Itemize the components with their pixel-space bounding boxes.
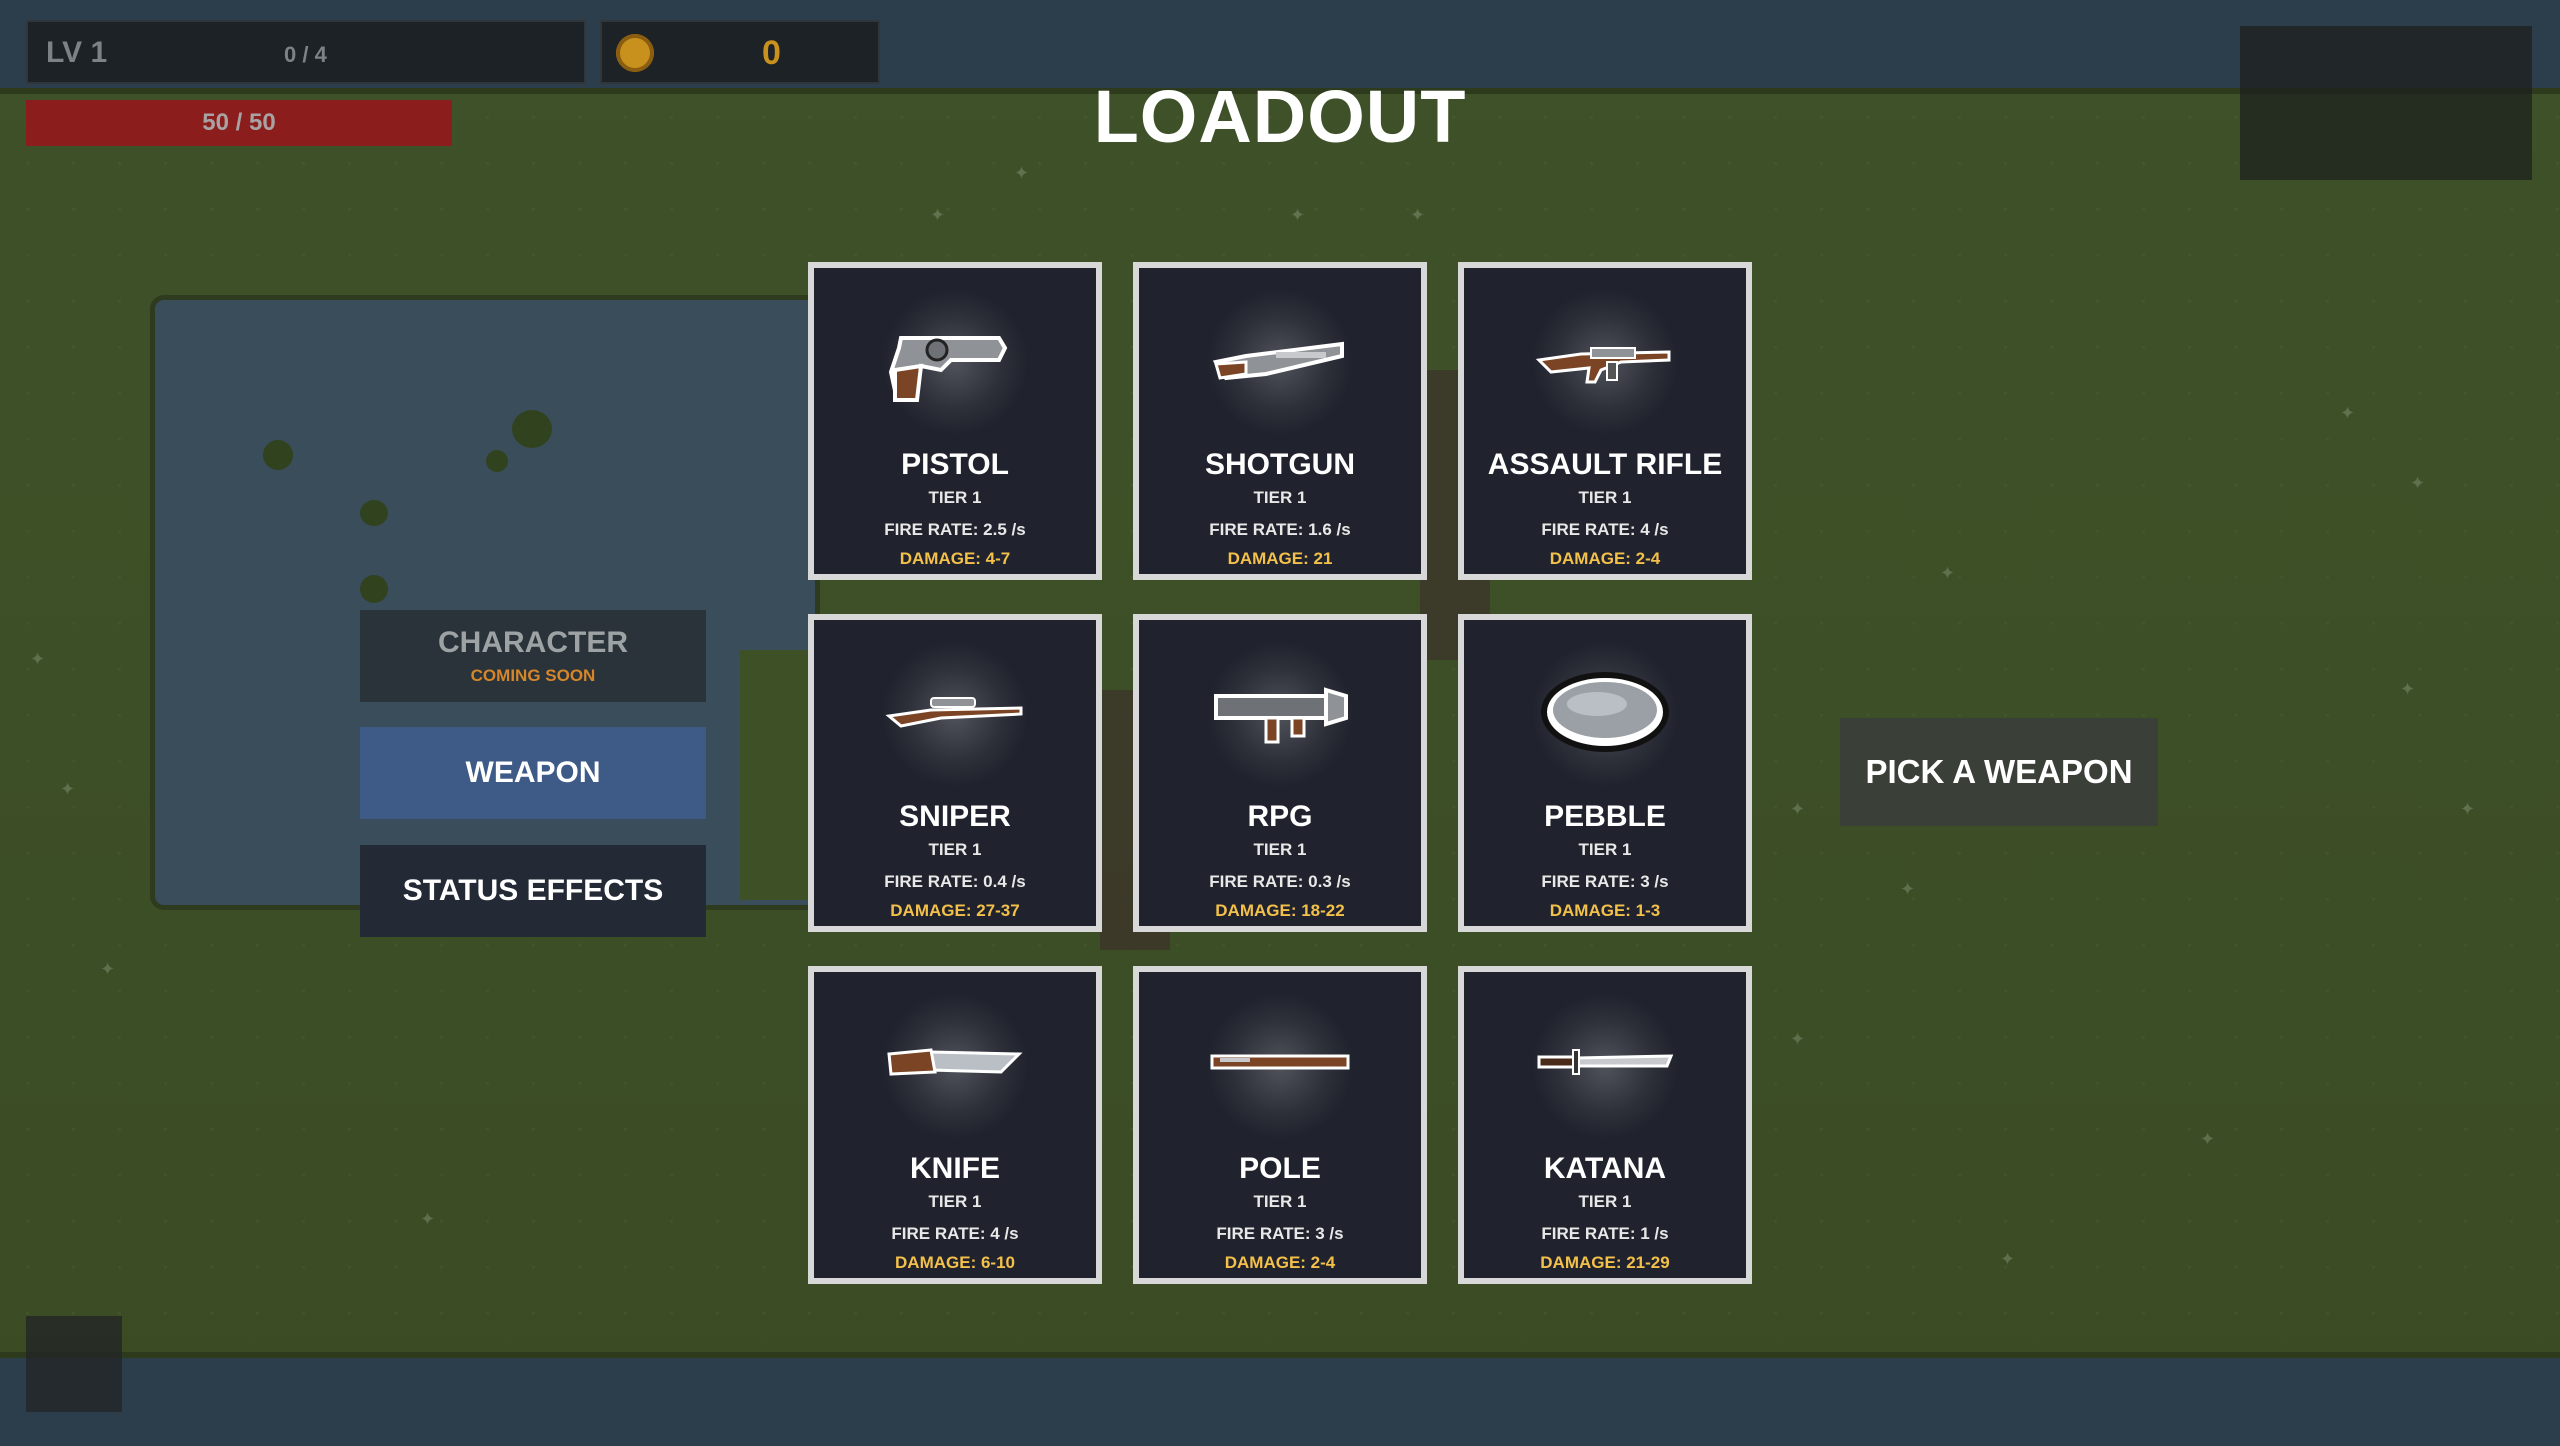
assault-rifle-icon	[1535, 347, 1671, 384]
level-label: LV 1	[46, 36, 108, 69]
corner-panel	[26, 1316, 122, 1412]
lily-pad	[263, 440, 293, 470]
weapon-fire-rate: FIRE RATE: 0.4 /s	[884, 872, 1026, 891]
weapon-tier: TIER 1	[1253, 488, 1307, 507]
weapon-fire-rate: FIRE RATE: 3 /s	[1216, 1224, 1344, 1243]
lily-pad	[512, 410, 552, 448]
weapon-damage: DAMAGE: 21	[1227, 549, 1333, 568]
weapon-tier: TIER 1	[1253, 840, 1307, 859]
weapon-damage: DAMAGE: 21-29	[1540, 1253, 1670, 1272]
page-title: LOADOUT	[1093, 75, 1467, 158]
weapon-card-rpg[interactable]: RPG TIER 1 FIRE RATE: 0.3 /s DAMAGE: 18-…	[1133, 614, 1427, 932]
lily-pad	[360, 575, 388, 603]
character-tab[interactable]: CHARACTER COMING SOON	[360, 610, 706, 702]
pistol-icon	[888, 336, 1008, 402]
weapon-name: KNIFE	[910, 1152, 1000, 1185]
weapon-name: ASSAULT RIFLE	[1487, 448, 1723, 481]
rpg-icon	[1214, 687, 1348, 744]
weapon-damage: DAMAGE: 2-4	[1549, 549, 1661, 568]
weapon-damage: DAMAGE: 27-37	[890, 901, 1020, 920]
sniper-icon	[885, 697, 1023, 728]
weapon-tier: TIER 1	[928, 1192, 982, 1211]
weapon-tier: TIER 1	[1578, 840, 1632, 859]
weapon-name: KATANA	[1543, 1152, 1667, 1185]
weapon-tier: TIER 1	[1578, 1192, 1632, 1211]
weapon-damage: DAMAGE: 6-10	[895, 1253, 1015, 1272]
coming-soon-label: COMING SOON	[470, 666, 596, 685]
water-bottom	[0, 1352, 2560, 1446]
gold-count: 0	[762, 34, 781, 72]
katana-icon	[1537, 1049, 1674, 1075]
weapon-card-sniper[interactable]: SNIPER TIER 1 FIRE RATE: 0.4 /s DAMAGE: …	[808, 614, 1102, 932]
shotgun-icon	[1212, 341, 1344, 381]
status-effects-tab[interactable]: STATUS EFFECTS	[360, 845, 706, 937]
weapon-fire-rate: FIRE RATE: 1.6 /s	[1209, 520, 1351, 539]
weapon-card-knife[interactable]: KNIFE TIER 1 FIRE RATE: 4 /s DAMAGE: 6-1…	[808, 966, 1102, 1284]
xp-label: 0 / 4	[284, 42, 327, 67]
weapon-damage: DAMAGE: 4-7	[899, 549, 1011, 568]
weapon-fire-rate: FIRE RATE: 4 /s	[891, 1224, 1019, 1243]
weapon-card-katana[interactable]: KATANA TIER 1 FIRE RATE: 1 /s DAMAGE: 21…	[1458, 966, 1752, 1284]
weapon-tier: TIER 1	[928, 840, 982, 859]
weapon-card-shotgun[interactable]: SHOTGUN TIER 1 FIRE RATE: 1.6 /s DAMAGE:…	[1133, 262, 1427, 580]
weapon-name: RPG	[1247, 800, 1313, 833]
weapon-tab-label: WEAPON	[465, 756, 601, 789]
pebble-icon	[1541, 672, 1669, 752]
weapon-fire-rate: FIRE RATE: 2.5 /s	[884, 520, 1026, 539]
pole-icon	[1210, 1054, 1350, 1070]
weapon-tab[interactable]: WEAPON	[360, 727, 706, 819]
weapon-damage: DAMAGE: 18-22	[1215, 901, 1345, 920]
weapon-tier: TIER 1	[1578, 488, 1632, 507]
lily-pad	[486, 450, 508, 472]
weapon-fire-rate: FIRE RATE: 0.3 /s	[1209, 872, 1351, 891]
weapon-name: SHOTGUN	[1205, 448, 1355, 481]
weapon-fire-rate: FIRE RATE: 3 /s	[1541, 872, 1669, 891]
weapon-damage: DAMAGE: 2-4	[1224, 1253, 1336, 1272]
knife-icon	[887, 1048, 1023, 1076]
weapon-card-pebble[interactable]: PEBBLE TIER 1 FIRE RATE: 3 /s DAMAGE: 1-…	[1458, 614, 1752, 932]
weapon-fire-rate: FIRE RATE: 4 /s	[1541, 520, 1669, 539]
pick-weapon-button[interactable]: PICK A WEAPON	[1840, 718, 2158, 826]
weapon-name: SNIPER	[899, 800, 1011, 833]
weapon-tier: TIER 1	[1253, 1192, 1307, 1211]
weapon-fire-rate: FIRE RATE: 1 /s	[1541, 1224, 1669, 1243]
coin-icon	[616, 34, 654, 72]
weapon-card-pole[interactable]: POLE TIER 1 FIRE RATE: 3 /s DAMAGE: 2-4	[1133, 966, 1427, 1284]
weapon-card-pistol[interactable]: PISTOL TIER 1 FIRE RATE: 2.5 /s DAMAGE: …	[808, 262, 1102, 580]
character-tab-label: CHARACTER	[438, 626, 628, 659]
weapon-name: PISTOL	[901, 448, 1009, 481]
weapon-tier: TIER 1	[928, 488, 982, 507]
weapon-name: PEBBLE	[1544, 800, 1666, 833]
weapon-name: POLE	[1239, 1152, 1321, 1185]
weapon-damage: DAMAGE: 1-3	[1549, 901, 1661, 920]
lily-pad	[360, 500, 388, 526]
weapon-card-assault-rifle[interactable]: ASSAULT RIFLE TIER 1 FIRE RATE: 4 /s DAM…	[1458, 262, 1752, 580]
status-effects-tab-label: STATUS EFFECTS	[402, 874, 664, 907]
